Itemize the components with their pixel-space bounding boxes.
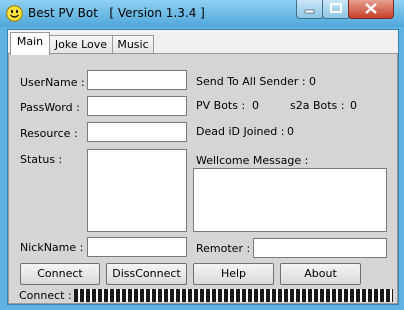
minimize-icon: [304, 9, 315, 14]
help-button[interactable]: Help: [193, 263, 274, 285]
s2a-bots-value: 0: [350, 99, 357, 112]
maximize-icon: [330, 3, 342, 13]
connection-progress-bar: [74, 289, 393, 302]
client-area: Main Joke Love Music UserName : PassWord…: [7, 29, 399, 305]
send-to-all-value: 0: [309, 75, 316, 88]
status-textarea[interactable]: [87, 149, 187, 232]
resource-label: Resource :: [20, 127, 78, 140]
app-window: Best PV Bot [ Version 1.3.4 ] Main Joke …: [0, 0, 404, 310]
minimize-button[interactable]: [296, 0, 324, 19]
password-input[interactable]: [87, 96, 187, 116]
main-panel: UserName : PassWord : Resource : Status …: [8, 53, 398, 304]
resource-input[interactable]: [87, 122, 187, 142]
s2a-bots-label: s2a Bots :: [290, 99, 345, 112]
status-label: Status :: [20, 153, 63, 166]
username-input[interactable]: [87, 70, 187, 90]
tab-main[interactable]: Main: [10, 32, 50, 55]
pv-bots-label: PV Bots :: [196, 99, 246, 112]
close-icon: [365, 3, 377, 14]
remoter-input[interactable]: [253, 238, 387, 258]
connect-status-label: Connect :: [19, 289, 72, 302]
window-title: Best PV Bot [ Version 1.3.4 ]: [28, 6, 205, 20]
maximize-button[interactable]: [322, 0, 350, 19]
pv-bots-value: 0: [252, 99, 259, 112]
nickname-input[interactable]: [87, 237, 187, 257]
close-button[interactable]: [348, 0, 394, 19]
welcome-textarea[interactable]: [193, 168, 387, 232]
tab-music[interactable]: Music: [112, 35, 154, 54]
welcome-label: Wellcome Message :: [196, 154, 309, 167]
dead-id-label: Dead iD Joined :: [196, 125, 285, 138]
username-label: UserName :: [20, 76, 85, 89]
disconnect-button[interactable]: DissConnect: [106, 263, 187, 285]
smiley-icon: [6, 5, 23, 22]
send-to-all-label: Send To All Sender :: [196, 75, 306, 88]
nickname-label: NickName :: [20, 241, 84, 254]
remoter-label: Remoter :: [196, 242, 251, 255]
tab-joke-love[interactable]: Joke Love: [49, 35, 113, 54]
dead-id-value: 0: [287, 125, 294, 138]
about-button[interactable]: About: [280, 263, 361, 285]
connect-button[interactable]: Connect: [20, 263, 100, 285]
password-label: PassWord :: [20, 101, 80, 114]
title-bar[interactable]: Best PV Bot [ Version 1.3.4 ]: [0, 0, 404, 27]
